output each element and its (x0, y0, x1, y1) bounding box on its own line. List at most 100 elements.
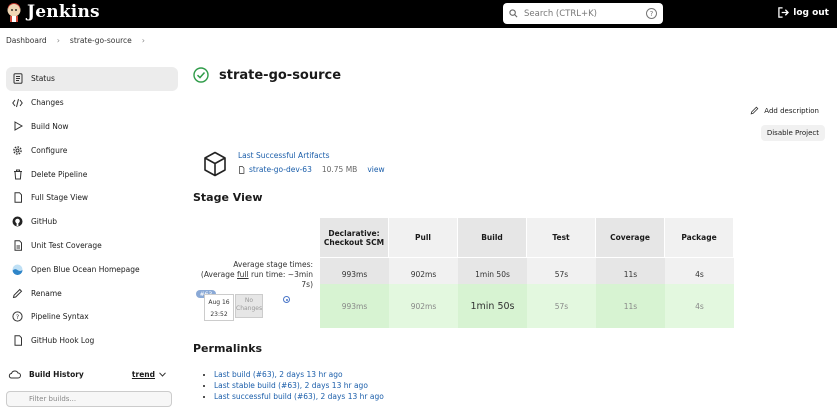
sidebar-item-label: GitHub (31, 217, 57, 227)
stage-view-heading: Stage View (193, 191, 263, 204)
sidebar: Status Changes Build Now Configure Delet… (6, 67, 178, 353)
chevron-right-icon[interactable]: › (142, 36, 145, 45)
build-date-day: Aug 16 (208, 299, 230, 306)
sidebar-item-rename[interactable]: Rename (6, 281, 178, 305)
sidebar-item-changes[interactable]: Changes (6, 91, 178, 115)
last-successful-artifacts-link[interactable]: Last Successful Artifacts (238, 151, 385, 160)
sidebar-item-github-hook-log[interactable]: GitHub Hook Log (6, 329, 178, 353)
logout-icon (778, 7, 790, 18)
stage-run-cell[interactable]: 993ms (320, 284, 389, 328)
sidebar-item-label: Open Blue Ocean Homepage (31, 264, 140, 274)
search-box[interactable]: Search (CTRL+K) ? (503, 3, 663, 24)
stage-average-time: 902ms (410, 270, 437, 279)
trend-label: trend (131, 369, 155, 379)
github-icon (12, 216, 23, 227)
search-icon (509, 9, 518, 18)
stage-header: Build (458, 218, 527, 257)
add-description-label: Add description (764, 106, 819, 115)
play-icon (12, 121, 23, 132)
full-run-link[interactable]: full (237, 270, 249, 279)
breadcrumb: Dashboard › strate-go-source › (6, 36, 145, 45)
success-check-icon (193, 67, 209, 83)
sidebar-item-label: Build Now (31, 121, 69, 131)
permalink-last-stable-build[interactable]: Last stable build (#63), 2 days 13 hr ag… (214, 381, 368, 390)
search-help-icon[interactable]: ? (646, 8, 657, 19)
list-item: Last build (#63), 2 days 13 hr ago (214, 369, 384, 380)
breadcrumb-job[interactable]: strate-go-source (70, 36, 132, 45)
blue-ocean-icon (12, 264, 23, 275)
jenkins-logo-icon (7, 3, 21, 22)
stage-run-cell[interactable]: 4s (665, 284, 734, 328)
brand[interactable]: Jenkins (6, 2, 100, 22)
sidebar-item-build-now[interactable]: Build Now (6, 115, 178, 139)
build-log-icon[interactable] (283, 296, 290, 303)
average-times-label: Average stage times: (Average full run t… (193, 260, 313, 290)
code-icon (12, 97, 23, 108)
artifact-row: strate-go-dev-63 10.75 MB view (238, 165, 385, 174)
brand-name: Jenkins (27, 2, 100, 22)
sidebar-item-pipeline-syntax[interactable]: ? Pipeline Syntax (6, 305, 178, 329)
sidebar-item-github[interactable]: GitHub (6, 210, 178, 234)
page-title: strate-go-source (219, 67, 342, 83)
sidebar-item-delete-pipeline[interactable]: Delete Pipeline (6, 162, 178, 186)
stage-header: Declarative: Checkout SCM (320, 218, 389, 257)
stage-header: Package (665, 218, 734, 257)
stage-run-cell[interactable]: 57s (527, 284, 596, 328)
status-icon (12, 73, 23, 85)
build-history-header[interactable]: Build History trend (6, 366, 178, 382)
stage-run-cell[interactable]: 11s (596, 284, 665, 328)
disable-project-button[interactable]: Disable Project (760, 125, 825, 141)
sidebar-item-label: Configure (31, 145, 68, 155)
stage-header: Test (527, 218, 596, 257)
file-icon (12, 192, 23, 204)
sidebar-item-unit-test-coverage[interactable]: Unit Test Coverage (6, 234, 178, 258)
artifacts-info: Last Successful Artifacts strate-go-dev-… (238, 151, 385, 177)
stage-average-time: 57s (554, 270, 569, 279)
trend-dropdown[interactable]: trend (132, 370, 166, 379)
avg-stage-times-label: Average stage times: (233, 260, 313, 269)
breadcrumb-dashboard[interactable]: Dashboard (6, 36, 47, 45)
sidebar-item-label: Changes (31, 98, 64, 108)
build-history-label: Build History (29, 369, 84, 379)
sidebar-item-label: Pipeline Syntax (31, 312, 89, 322)
sidebar-item-label: Full Stage View (31, 193, 89, 203)
chevron-right-icon: › (56, 36, 60, 45)
artifact-view-link[interactable]: view (367, 165, 384, 174)
sidebar-item-blue-ocean[interactable]: Open Blue Ocean Homepage (6, 257, 178, 281)
stage-average-time: 1min 50s (475, 270, 510, 279)
artifact-file-link[interactable]: strate-go-dev-63 (249, 165, 312, 174)
logout-button[interactable]: log out (778, 7, 829, 18)
list-item: Last successful build (#63), 2 days 13 h… (214, 391, 384, 402)
search-input[interactable]: Search (CTRL+K) (524, 9, 640, 19)
build-date-time: 23:52 (210, 311, 228, 318)
svg-text:?: ? (16, 313, 19, 321)
add-description-button[interactable]: Add description (750, 106, 819, 115)
stage-run-cell[interactable]: 902ms (389, 284, 458, 328)
no-changes-box: No Changes (235, 294, 263, 318)
package-icon (204, 151, 226, 177)
pencil-icon (750, 106, 759, 115)
file-icon (239, 165, 245, 174)
stage-average-time: 4s (695, 270, 704, 279)
page-header: strate-go-source (193, 67, 341, 83)
logout-label: log out (793, 7, 829, 18)
stage-view-table: Average stage times: (Average full run t… (193, 218, 738, 330)
sidebar-item-full-stage-view[interactable]: Full Stage View (6, 186, 178, 210)
sidebar-item-configure[interactable]: Configure (6, 138, 178, 162)
artifact-size: 10.75 MB (321, 165, 358, 174)
stage-run-cell[interactable]: 1min 50s (458, 284, 527, 328)
permalink-last-build[interactable]: Last build (#63), 2 days 13 hr ago (214, 370, 343, 379)
trash-icon (12, 169, 23, 180)
file-icon (12, 335, 23, 346)
help-icon: ? (12, 311, 23, 322)
chevron-down-icon (159, 371, 166, 377)
cloud-icon (8, 370, 21, 378)
sidebar-item-status[interactable]: Status (6, 67, 178, 91)
pencil-icon (12, 288, 23, 299)
sidebar-item-label: Rename (31, 288, 62, 298)
filter-builds-input[interactable]: Filter builds... (6, 391, 172, 407)
sidebar-item-label: Delete Pipeline (31, 169, 88, 179)
stage-header: Coverage (596, 218, 665, 257)
permalinks-list: Last build (#63), 2 days 13 hr ago Last … (204, 369, 384, 402)
file-icon (12, 240, 23, 251)
